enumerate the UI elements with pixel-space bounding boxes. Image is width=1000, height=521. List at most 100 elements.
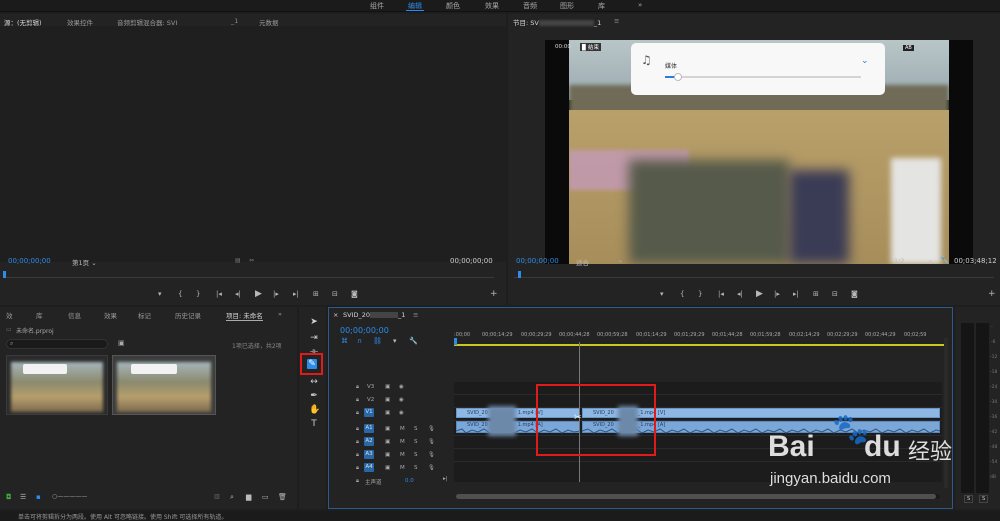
page-select[interactable]: 第1页 ⌄ — [72, 257, 97, 267]
hand-tool-icon[interactable]: ✋ — [309, 405, 320, 415]
mute-button[interactable]: M — [400, 439, 405, 445]
microphone-icon[interactable]: 🎙 — [428, 439, 435, 445]
workspace-more[interactable]: » — [638, 1, 642, 9]
sync-lock-icon[interactable]: ▣ — [385, 426, 390, 432]
program-playhead[interactable] — [518, 271, 521, 278]
sync-lock-icon[interactable]: ▣ — [385, 397, 390, 403]
program-menu-icon[interactable]: ≡ — [614, 17, 619, 25]
fit-select-arrow-icon[interactable]: ⌄ — [618, 257, 623, 264]
lock-icon[interactable]: 🔒︎ — [356, 465, 359, 472]
timeline-ruler[interactable]: :00;00 00;00;14;29 00;00;29;29 00;00;44;… — [454, 326, 944, 346]
master-volume-value[interactable]: 0.0 — [405, 478, 414, 484]
step-back-icon[interactable]: ◂| — [235, 290, 241, 298]
program-timecode-current[interactable]: 00;00;00;00 — [516, 257, 559, 265]
mark-out-icon[interactable]: } — [196, 290, 200, 298]
project-item-thumb-2[interactable] — [112, 355, 216, 415]
eye-icon[interactable]: ◉ — [399, 397, 404, 403]
work-area-bar[interactable] — [454, 344, 944, 346]
lock-icon[interactable]: 🔒︎ — [356, 478, 359, 485]
tab-history[interactable]: 历史记录 — [175, 310, 201, 320]
solo-left-button[interactable]: S — [964, 495, 974, 503]
wrench-settings-icon[interactable]: 🔧 — [940, 256, 949, 264]
lock-icon[interactable]: 🔒︎ — [356, 426, 359, 433]
go-to-out-icon[interactable]: ▸| — [793, 290, 799, 298]
list-view-icon[interactable]: ☰ — [20, 493, 26, 501]
add-button-icon[interactable]: + — [988, 289, 996, 299]
go-to-in-icon[interactable]: |◂ — [216, 290, 222, 298]
track-label-v1[interactable]: V1 — [364, 408, 374, 417]
track-label-a2[interactable]: A2 — [364, 437, 374, 446]
source-viewer[interactable] — [0, 26, 506, 262]
export-frame-icon[interactable]: ◙ — [351, 290, 358, 298]
timeline-close-icon[interactable]: × — [333, 311, 338, 319]
snap-icon[interactable]: ∩ — [357, 337, 362, 345]
program-viewer[interactable]: AB ♫ 媒体 ⌄ 00:00 ▉ 结束 — [545, 40, 973, 264]
track-label-a1[interactable]: A1 — [364, 424, 374, 433]
new-bin-footer-icon[interactable]: ▆ — [246, 493, 251, 501]
selection-tool-icon[interactable]: ➤ — [309, 317, 319, 327]
tab-libraries[interactable]: 库 — [36, 310, 43, 320]
linked-selection-icon[interactable]: ⛓ — [373, 337, 382, 345]
workspace-assembly[interactable]: 组件 — [370, 1, 384, 11]
add-button-icon[interactable]: + — [490, 289, 498, 299]
sync-lock-icon[interactable]: ▣ — [385, 465, 390, 471]
new-bin-icon[interactable]: ▣ — [118, 339, 125, 347]
microphone-icon[interactable]: 🎙 — [428, 452, 435, 458]
tab-sequence[interactable]: SVID_20 _1 — [343, 311, 405, 319]
project-item-thumb-1[interactable] — [6, 355, 108, 415]
trash-icon[interactable]: 🗑 — [278, 493, 287, 501]
new-item-icon[interactable]: ▭ — [262, 493, 269, 501]
sync-lock-icon[interactable]: ▣ — [385, 384, 390, 390]
mute-button[interactable]: M — [400, 465, 405, 471]
volume-overlay-card[interactable]: ♫ 媒体 ⌄ — [631, 43, 885, 95]
timeline-playhead-head[interactable] — [454, 338, 457, 345]
mute-button[interactable]: M — [400, 426, 405, 432]
fit-select[interactable]: 适合 — [576, 257, 589, 267]
eye-icon[interactable]: ◉ — [399, 384, 404, 390]
overwrite-icon[interactable]: ⊟ — [332, 290, 338, 298]
solo-button[interactable]: S — [414, 426, 418, 432]
automate-icon[interactable]: ▥ — [214, 493, 220, 500]
insert-icon[interactable]: ⊞ — [313, 290, 319, 298]
track-label-a4[interactable]: A4 — [364, 463, 374, 472]
program-scrub-bar[interactable] — [514, 277, 994, 278]
lock-icon[interactable]: 🔒︎ — [356, 397, 359, 404]
chevron-down-icon[interactable]: ⌄ — [861, 56, 869, 66]
tab-info[interactable]: 信息 — [68, 310, 81, 320]
settings-icon[interactable]: ▤ — [235, 257, 241, 264]
find-icon[interactable]: ⌕ — [230, 493, 234, 502]
lock-icon[interactable]: 🔒︎ — [356, 384, 359, 391]
tab-markers[interactable]: 标记 — [138, 310, 151, 320]
marker-icon[interactable]: ▾ — [660, 290, 664, 298]
go-to-in-icon[interactable]: |◂ — [718, 290, 724, 298]
mark-in-icon[interactable]: { — [178, 290, 182, 298]
tab-effects[interactable]: 效果 — [104, 310, 117, 320]
sync-lock-icon[interactable]: ▣ — [385, 410, 390, 416]
lock-icon[interactable]: ◘ — [6, 493, 12, 501]
track-label-a3[interactable]: A3 — [364, 450, 374, 459]
play-icon[interactable]: ▶ — [756, 289, 763, 299]
eye-icon[interactable]: ◉ — [399, 410, 404, 416]
tab-program[interactable]: 节目: SV _1 — [513, 17, 601, 27]
extract-icon[interactable]: ⊟ — [832, 290, 838, 298]
solo-button[interactable]: S — [414, 452, 418, 458]
timeline-timecode[interactable]: 00;00;00;00 — [340, 326, 389, 335]
type-tool-icon[interactable]: T — [309, 419, 319, 429]
microphone-icon[interactable]: 🎙 — [428, 426, 435, 432]
timeline-settings-icon[interactable]: 🔧 — [409, 337, 418, 345]
workspace-audio[interactable]: 音频 — [523, 1, 537, 11]
lock-icon[interactable]: 🔒︎ — [356, 410, 359, 417]
razor-tool-icon[interactable]: ✎ — [307, 359, 317, 369]
workspace-color[interactable]: 颜色 — [446, 1, 460, 11]
project-search-input[interactable]: ⌕ — [6, 339, 108, 349]
volume-slider-track[interactable] — [665, 73, 861, 81]
marker-icon[interactable]: ▾ — [158, 290, 162, 298]
wrench-icon[interactable]: ⇔ — [249, 257, 254, 264]
lock-icon[interactable]: 🔒︎ — [356, 439, 359, 446]
sync-lock-icon[interactable]: ▣ — [385, 452, 390, 458]
source-playhead[interactable] — [3, 271, 6, 278]
workspace-libraries[interactable]: 库 — [598, 1, 605, 11]
zoom-slider[interactable]: ○————— — [52, 493, 87, 500]
mute-button[interactable]: M — [400, 452, 405, 458]
solo-right-button[interactable]: S — [979, 495, 989, 503]
